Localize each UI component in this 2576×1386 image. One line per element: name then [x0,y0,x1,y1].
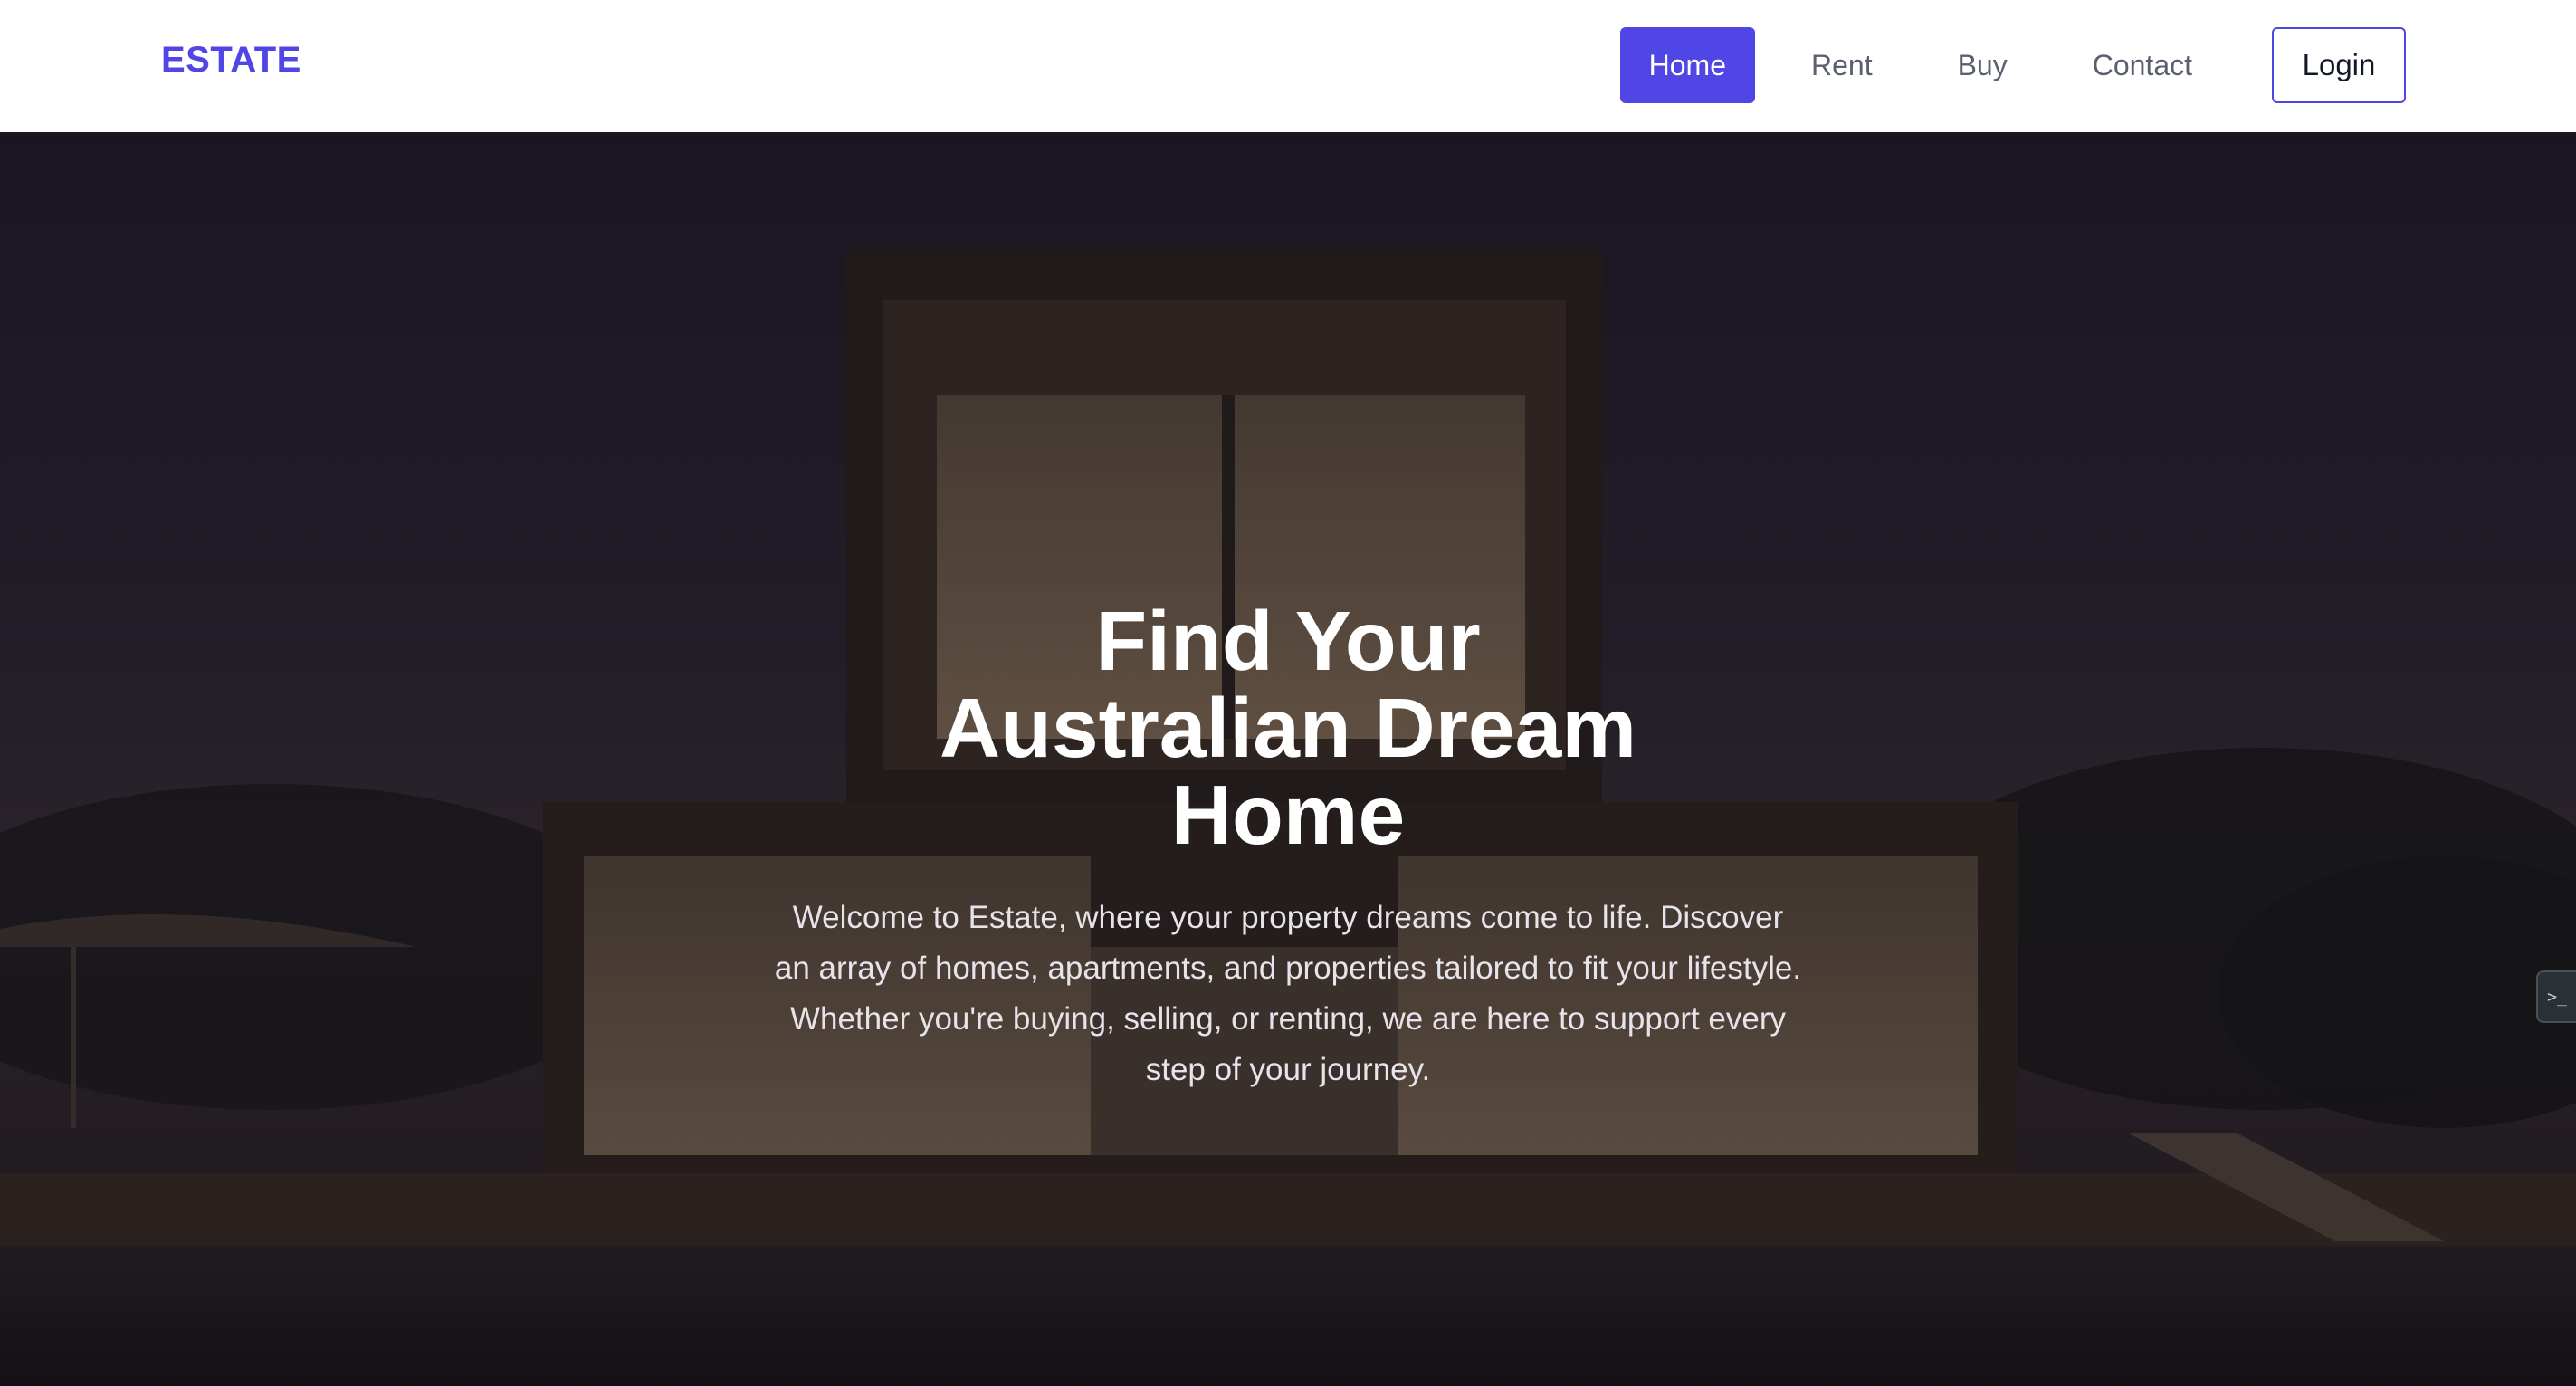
brand-logo[interactable]: ESTATE [161,40,301,81]
hero-section: Find Your Australian Dream Home Welcome … [0,132,2576,1386]
nav-buy-link[interactable]: Buy [1929,27,2037,103]
login-button[interactable]: Login [2272,27,2406,103]
top-navbar: ESTATE Home Rent Buy Contact Login [0,0,2576,132]
nav-rent-link[interactable]: Rent [1782,27,1902,103]
nav-home-link[interactable]: Home [1619,27,1755,103]
hero-description: Welcome to Estate, where your property d… [774,900,1802,1087]
nav-contact-link[interactable]: Contact [2064,27,2221,103]
devtools-toggle-icon[interactable]: >_ [2536,970,2576,1023]
hero-title: Find Your Australian Dream Home [939,594,1637,862]
main-nav: Home Rent Buy Contact Login [1619,27,2406,103]
hero-content: Find Your Australian Dream Home Welcome … [654,597,1922,1095]
